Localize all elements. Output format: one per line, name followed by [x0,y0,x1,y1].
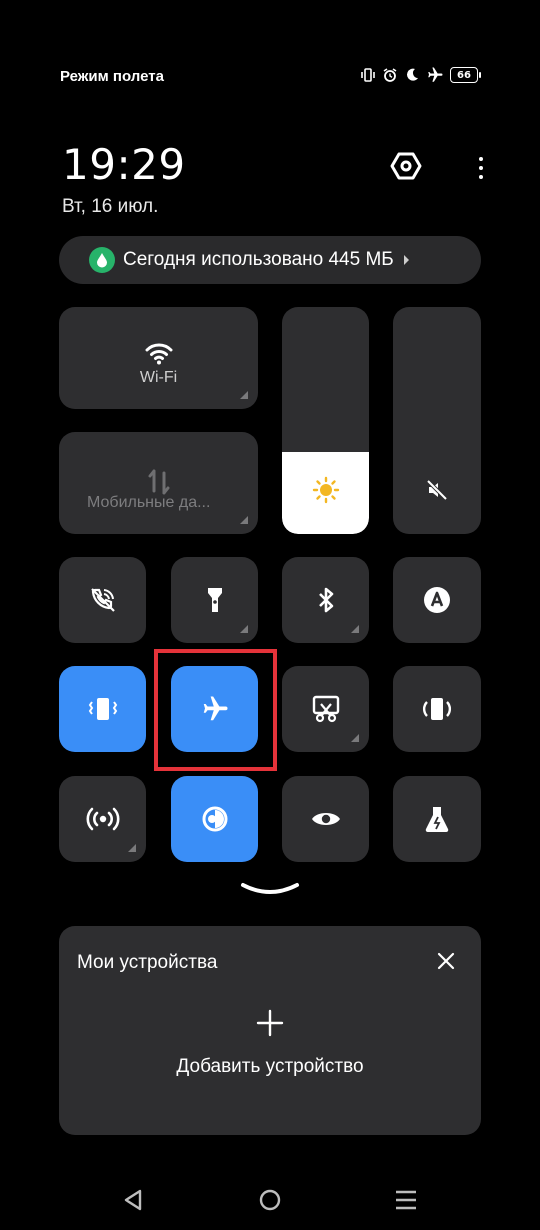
expand-corner-icon [351,734,359,742]
collapse-button[interactable] [240,880,300,900]
home-icon [258,1188,282,1217]
eye-comfort-tile[interactable] [282,776,369,862]
flashlight-tile[interactable] [171,557,258,643]
wifi-calling-icon [88,585,118,615]
back-icon [122,1188,144,1217]
expand-corner-icon [240,516,248,524]
screenshot-scissors-icon [311,694,341,724]
highlight-box [154,649,277,771]
sun-icon [312,476,340,504]
add-device-button[interactable] [255,1008,285,1038]
data-usage-text: Сегодня использовано 445 МБ [123,249,394,270]
wifi-icon [145,343,173,365]
status-bar: Режим полета 66 [0,60,540,94]
screenshot-tile[interactable] [282,666,369,752]
expand-corner-icon [240,625,248,633]
mute-icon [425,478,449,502]
brightness-slider[interactable] [282,307,369,534]
airplane-icon [426,66,444,84]
expand-corner-icon [240,391,248,399]
devices-close-button[interactable] [435,950,457,972]
bluetooth-tile[interactable] [282,557,369,643]
dark-mode-tile[interactable] [171,776,258,862]
close-icon [435,952,457,976]
rotate-icon [421,694,453,724]
mobile-data-label: Мобильные да... [87,494,211,511]
devices-card: Мои устройства Добавить устройство [59,926,481,1135]
devices-title: Мои устройства [77,952,218,973]
eye-icon [310,808,342,830]
more-options-button[interactable] [470,150,492,186]
expand-corner-icon [351,625,359,633]
flashlight-icon [205,585,225,615]
more-vertical-icon [479,157,483,161]
flask-icon [423,804,451,834]
moon-icon [404,67,420,83]
settings-button[interactable] [388,150,424,186]
status-icons: 66 [360,66,481,84]
chevron-right-icon [403,255,409,265]
bluetooth-icon [316,585,336,615]
wifi-calling-tile[interactable] [59,557,146,643]
home-button[interactable] [255,1188,285,1217]
recents-icon [394,1188,418,1217]
mobile-data-icon [145,468,173,496]
hexagon-settings-icon [390,150,422,187]
dark-mode-icon [200,804,230,834]
hotspot-tile[interactable] [59,776,146,862]
vibrate-tile[interactable] [59,666,146,752]
date: Вт, 16 июл. [62,196,159,217]
navigation-bar [0,1170,540,1230]
auto-brightness-tile[interactable] [393,557,481,643]
clock: 19:29 [62,140,186,189]
wifi-tile[interactable]: Wi-Fi [59,307,258,409]
chevron-down-icon [240,883,300,904]
volume-slider[interactable] [393,307,481,534]
back-button[interactable] [118,1188,148,1217]
status-mode-label: Режим полета [60,68,164,85]
recents-button[interactable] [391,1190,421,1214]
data-usage-banner[interactable]: Сегодня использовано 445 МБ [59,236,481,284]
expand-corner-icon [128,844,136,852]
auto-a-icon [422,585,452,615]
vibrate-icon [87,694,119,724]
lab-tile[interactable] [393,776,481,862]
hotspot-icon [86,806,120,832]
add-device-label[interactable]: Добавить устройство [59,1056,481,1078]
alarm-icon [382,67,398,83]
water-drop-icon [89,247,115,273]
mobile-data-tile[interactable]: Мобильные да... [59,432,258,534]
plus-icon [255,1009,285,1042]
battery-icon: 66 [450,67,481,83]
vibrate-icon [360,67,376,83]
wifi-label: Wi-Fi [139,369,178,386]
auto-rotate-tile[interactable] [393,666,481,752]
